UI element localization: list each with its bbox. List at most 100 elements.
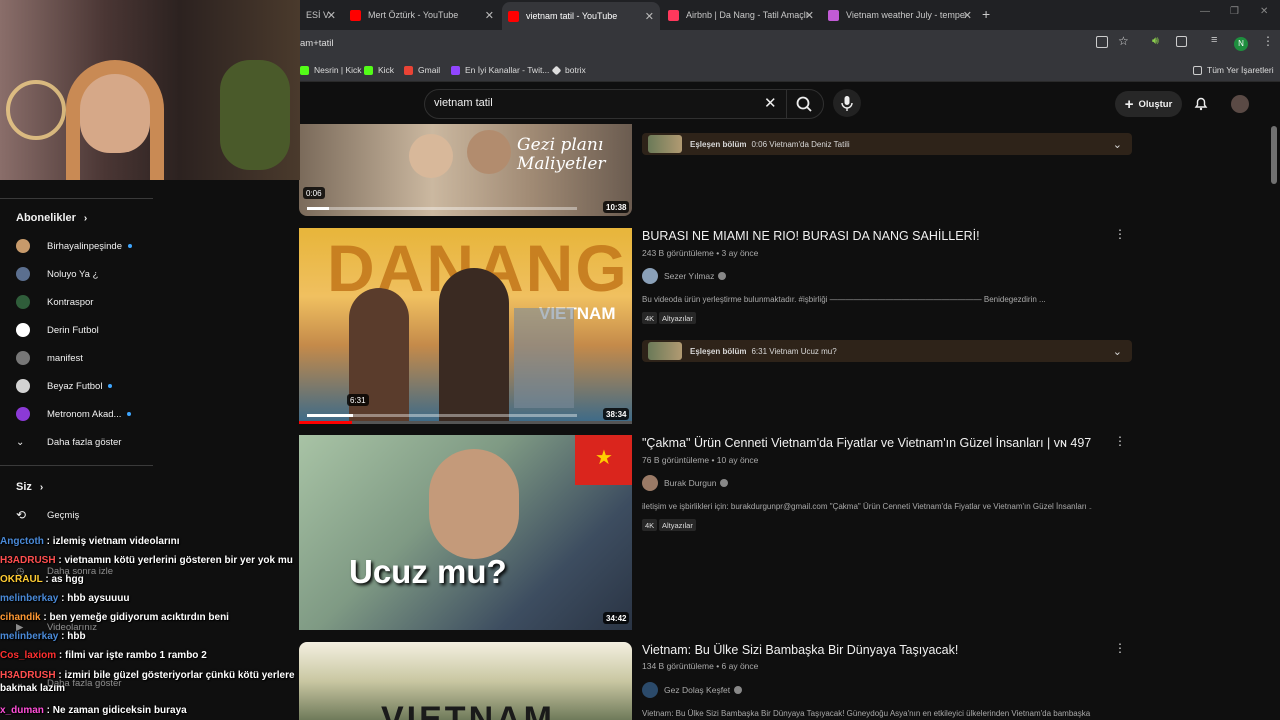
bookmark-label: Tüm Yer İşaretleri	[1207, 65, 1274, 75]
chapter-label: Eşleşen bölüm	[690, 139, 747, 149]
window-close-icon[interactable]: ✕	[1260, 6, 1268, 17]
more-actions-icon[interactable]: ⋮	[1114, 434, 1126, 448]
channel-name: Gez Dolaş Keşfet	[664, 685, 731, 695]
bookmark-item[interactable]: Nesrin | Kick	[300, 62, 362, 78]
account-avatar[interactable]	[1231, 95, 1249, 113]
new-content-dot	[128, 244, 132, 248]
install-app-icon[interactable]	[1096, 36, 1108, 48]
media-control-icon[interactable]: ≡	[1211, 34, 1217, 46]
browser-tab[interactable]: Mert Öztürk - YouTube ✕	[344, 4, 500, 26]
bookmark-item[interactable]: Gmail	[404, 62, 440, 78]
video-thumbnail[interactable]: DANANG VIETNAM 6:31 38:34	[299, 228, 632, 424]
more-actions-icon[interactable]: ⋮	[1114, 641, 1126, 655]
scrollbar-thumb[interactable]	[1271, 126, 1277, 184]
bookmark-label: botrix	[565, 65, 586, 75]
url-input[interactable]: am+tatil	[300, 38, 334, 49]
sidebar-item-beyaz-futbol[interactable]: Beyaz Futbol	[16, 375, 113, 397]
chat-user: OKRAUL	[0, 574, 43, 585]
sidebar-item-birhayalinpesinde[interactable]: Birhayalinpeşinde	[16, 235, 132, 257]
channel-link[interactable]: Burak Durgun	[642, 475, 729, 491]
clear-search-icon[interactable]: ✕	[764, 94, 777, 112]
sidebar-item-history[interactable]: ⟲ Geçmiş	[16, 504, 79, 526]
video-title[interactable]: BURASI NE MIAMI NE RIO! BURASI DA NANG S…	[642, 229, 980, 243]
profile-avatar[interactable]: N	[1234, 37, 1248, 51]
new-content-dot	[127, 412, 132, 416]
bookmark-star-icon[interactable]: ☆	[1118, 34, 1129, 48]
all-bookmarks[interactable]: Tüm Yer İşaretleri	[1193, 62, 1274, 78]
voice-search-button[interactable]	[833, 89, 861, 117]
chat-text: hbb	[67, 631, 86, 642]
create-button[interactable]: + Oluştur	[1115, 91, 1182, 117]
audio-playing-icon[interactable]: 🔊︎	[1152, 35, 1159, 48]
chevron-down-icon[interactable]: ⌄	[1113, 138, 1122, 151]
subscriptions-header[interactable]: Abonelikler ›	[16, 212, 87, 224]
chat-message: H3ADRUSH : izmiri bile güzel gösteriyorl…	[0, 670, 295, 694]
close-icon[interactable]: ✕	[645, 10, 654, 23]
you-header[interactable]: Siz ›	[16, 481, 43, 493]
thumbnail-text: Ucuz mu?	[349, 553, 507, 590]
new-tab-icon[interactable]: +	[982, 6, 990, 22]
video-thumbnail[interactable]: Gezi planı Maliyetler 10:38 0:06	[299, 124, 632, 216]
channel-avatar	[642, 475, 658, 491]
notifications-icon[interactable]	[1192, 94, 1210, 117]
preview-time: 6:31	[347, 394, 369, 406]
chat-message: melinberkay : hbb	[0, 631, 86, 642]
chapter-text: 0:06 Vietnam'da Deniz Tatili	[751, 139, 850, 149]
chat-message: OKRAUL : as hgg	[0, 574, 84, 585]
browser-menu-icon[interactable]: ⋮	[1262, 34, 1274, 48]
video-thumbnail[interactable]: ★ Ucuz mu? 34:42	[299, 435, 632, 630]
preview-progress[interactable]	[307, 207, 577, 210]
browser-tab[interactable]: Vietnam weather July - temperat ✕	[822, 4, 978, 26]
bookmark-item[interactable]: Kick	[364, 62, 394, 78]
thumbnail-person	[409, 134, 453, 178]
browser-tab[interactable]: Airbnb | Da Nang - Tatil Amaçlı ✕	[662, 4, 820, 26]
extensions-icon[interactable]	[1176, 36, 1187, 47]
weather-site-icon	[828, 9, 839, 21]
close-icon[interactable]: ✕	[963, 9, 972, 22]
search-button[interactable]	[786, 90, 823, 118]
matching-chapter[interactable]: Eşleşen bölüm 0:06 Vietnam'da Deniz Tati…	[642, 133, 1132, 155]
tab-label: Airbnb | Da Nang - Tatil Amaçlı	[686, 10, 809, 20]
section-title: Siz	[16, 481, 32, 493]
maximize-icon[interactable]: ❐	[1230, 6, 1239, 17]
browser-tab-active[interactable]: vietnam tatil - YouTube ✕	[502, 2, 660, 30]
video-description: iletişim ve işbirlikleri için: burakdurg…	[642, 502, 1092, 511]
close-icon[interactable]: ✕	[485, 9, 494, 22]
channel-link[interactable]: Sezer Yılmaz	[642, 268, 727, 284]
bookmark-label: Gmail	[418, 65, 441, 75]
video-title[interactable]: Vietnam: Bu Ülke Sizi Bambaşka Bir Dünya…	[642, 643, 958, 657]
minimize-icon[interactable]: —	[1200, 6, 1210, 17]
avatar	[16, 295, 30, 309]
more-actions-icon[interactable]: ⋮	[1114, 227, 1126, 241]
sidebar-item-manifest[interactable]: manifest	[16, 347, 83, 369]
avatar	[16, 267, 30, 281]
microphone-icon	[841, 96, 853, 111]
preview-progress[interactable]	[307, 414, 577, 417]
channel-link[interactable]: Gez Dolaş Keşfet	[642, 682, 743, 698]
new-content-dot	[108, 384, 113, 388]
bookmark-item[interactable]: botrix	[551, 62, 586, 78]
sidebar-item-label: manifest	[47, 352, 83, 364]
sidebar-item-metronom[interactable]: Metronom Akad...	[16, 403, 132, 425]
video-title[interactable]: "Çakma" Ürün Cenneti Vietnam'da Fiyatlar…	[642, 436, 1091, 450]
chevron-down-icon[interactable]: ⌄	[1113, 345, 1122, 358]
sidebar-item-noluyo-ya[interactable]: Noluyo Ya ¿	[16, 263, 98, 285]
youtube-icon	[508, 10, 519, 22]
avatar	[16, 379, 30, 393]
chat-user: melinberkay	[0, 593, 59, 604]
matching-chapter[interactable]: Eşleşen bölüm 6:31 Vietnam Ucuz mu? ⌄	[642, 340, 1132, 362]
bookmark-item[interactable]: En İyi Kanallar - Twit...	[451, 62, 549, 78]
sidebar-item-derin-futbol[interactable]: Derin Futbol	[16, 319, 99, 341]
close-icon[interactable]: ✕	[805, 9, 814, 22]
chat-message: Angctoth : izlemiş vietnam videolarını	[0, 536, 180, 547]
browser-tab[interactable]: ESİ V ✕	[300, 4, 340, 26]
search-input[interactable]: vietnam tatil	[434, 97, 493, 109]
chat-user: Angctoth	[0, 536, 44, 547]
show-more-button[interactable]: ⌄ Daha fazla göster	[16, 431, 121, 453]
close-icon[interactable]: ✕	[327, 9, 336, 22]
chapter-text: 6:31 Vietnam Ucuz mu?	[751, 346, 837, 356]
sidebar-item-kontraspor[interactable]: Kontraspor	[16, 291, 93, 313]
chat-text: izlemiş vietnam videolarını	[52, 536, 180, 547]
video-thumbnail[interactable]: VIETNAM	[299, 642, 632, 720]
sidebar-item-label: Kontraspor	[47, 296, 94, 308]
